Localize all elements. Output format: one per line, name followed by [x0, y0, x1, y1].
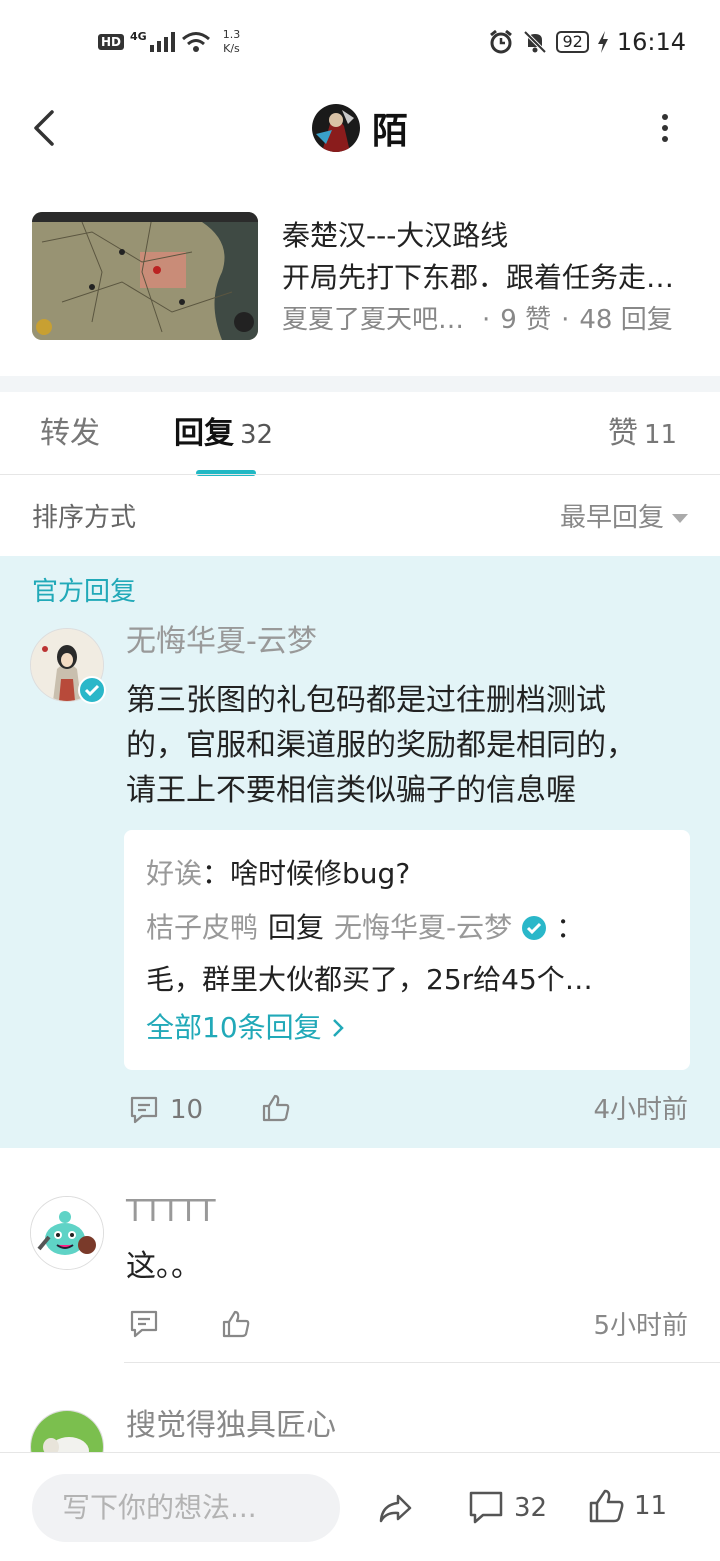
- meta-separator: ·: [482, 305, 491, 335]
- thumbs-up-icon: [589, 1489, 624, 1523]
- chevron-right-icon: [332, 1019, 344, 1037]
- comment-icon: [130, 1096, 158, 1124]
- tab-like-label: 赞: [608, 416, 638, 451]
- reply-author[interactable]: 好诶: [146, 857, 202, 890]
- sort-dropdown[interactable]: 最早回复: [560, 498, 688, 538]
- tab-forward-label: 转发: [40, 416, 100, 451]
- comment-icon: [469, 1491, 503, 1524]
- post-title[interactable]: 秦楚汉---大汉路线: [282, 216, 692, 256]
- post-excerpt[interactable]: 开局先打下东郡．跟着任务走…: [282, 258, 682, 298]
- commenter-name[interactable]: 搜觉得独具匠心: [126, 1406, 336, 1446]
- tab-divider: [0, 474, 720, 475]
- reply-sep: ：: [556, 911, 585, 944]
- tab-forward[interactable]: 转发: [40, 412, 100, 456]
- comment-line: 第三张图的礼包码都是过往删档测试: [126, 683, 606, 718]
- comment-count: 10: [170, 1095, 204, 1125]
- battery-indicator: 92: [556, 31, 589, 53]
- sort-value: 最早回复: [559, 503, 664, 533]
- alarm-icon: [490, 29, 513, 54]
- wifi-icon: [181, 32, 210, 52]
- more-button[interactable]: [650, 108, 680, 148]
- status-right: 92 16:14: [488, 28, 686, 56]
- hd-badge: HD: [98, 34, 125, 50]
- charging-icon: [597, 31, 608, 53]
- mute-icon: [524, 30, 547, 54]
- tab-reply-count: 32: [240, 420, 274, 450]
- net-speed-value: 1.3: [222, 28, 241, 41]
- reply-verb: 回复: [268, 911, 325, 944]
- status-left: HD 4G 1.3 K/s: [98, 28, 240, 56]
- commenter-name[interactable]: 无悔华夏-云梦: [126, 622, 317, 662]
- comment-reply-button[interactable]: 10: [128, 1092, 203, 1128]
- like-post-button[interactable]: 11: [586, 1486, 667, 1526]
- reply-preview-line: 好诶：啥时候修bug?: [146, 852, 676, 896]
- tab-like[interactable]: 赞 11: [608, 412, 677, 457]
- sort-label: 排序方式: [32, 503, 137, 533]
- official-reply-label: 官方回复: [32, 577, 137, 607]
- page-header: 陌: [0, 100, 720, 156]
- avatar-image: [31, 1197, 103, 1269]
- comments-button[interactable]: 32: [466, 1488, 547, 1528]
- reply-text: 啥时候修bug?: [230, 857, 411, 890]
- all-replies-link[interactable]: 全部10条回复: [146, 1006, 345, 1050]
- verified-icon: [522, 916, 547, 940]
- comment-line: 的，官服和渠道服的奖励都是相同的，: [126, 728, 636, 763]
- page-title: 陌: [371, 111, 408, 152]
- post-author[interactable]: 夏夏了夏天吧吧吧: [282, 300, 472, 340]
- commenter-name[interactable]: TTTTT: [126, 1192, 216, 1232]
- forum-avatar[interactable]: [311, 104, 360, 152]
- like-button[interactable]: [260, 1092, 292, 1128]
- all-replies-label: 全部10条回复: [146, 1011, 322, 1044]
- share-button[interactable]: [376, 1488, 416, 1532]
- post-replies: 48 回复: [579, 305, 673, 335]
- comments-count: 32: [514, 1493, 548, 1523]
- like-button[interactable]: [220, 1308, 252, 1344]
- section-divider: [0, 376, 720, 392]
- post-meta: 夏夏了夏天吧吧吧 · 9 赞 · 48 回复: [282, 300, 702, 340]
- reply-author[interactable]: 桔子皮鸭: [146, 906, 258, 950]
- post-thumbnail[interactable]: [32, 212, 258, 340]
- verified-icon: [78, 676, 106, 704]
- comment-line: 请王上不要相信类似骗子的信息喔: [126, 773, 576, 808]
- share-icon: [379, 1494, 412, 1523]
- reply-text: 毛，群里大伙都买了，25r给45个…: [146, 963, 593, 996]
- tab-indicator: [196, 470, 256, 476]
- avatar[interactable]: [30, 1196, 104, 1270]
- reply-preview-line: 桔子皮鸭 回复 无悔华夏-云梦 ：: [146, 906, 676, 950]
- more-vertical-icon: [662, 114, 668, 142]
- thumbs-up-icon: [222, 1310, 250, 1338]
- net-speed: 1.3 K/s: [223, 28, 241, 56]
- reply-sep: ：: [202, 857, 231, 890]
- signal-label: 4G: [130, 29, 147, 43]
- post-likes: 9 赞: [500, 305, 552, 335]
- signal-icon: [149, 32, 175, 52]
- comment-time: 5小时前: [593, 1311, 688, 1341]
- status-bar: HD 4G 1.3 K/s 92 16:14: [0, 0, 720, 90]
- likes-count: 11: [634, 1491, 668, 1521]
- tab-reply-label: 回复: [174, 416, 234, 451]
- tab-like-count: 11: [644, 420, 678, 450]
- comment-time: 4小时前: [593, 1095, 688, 1125]
- reply-preview-box[interactable]: 好诶：啥时候修bug? 桔子皮鸭 回复 无悔华夏-云梦 ： 毛，群里大伙都买了，…: [124, 830, 690, 1070]
- clock: 16:14: [616, 28, 686, 56]
- net-speed-unit: K/s: [223, 42, 240, 55]
- caret-down-icon: [672, 513, 688, 523]
- comment-icon: [130, 1310, 158, 1338]
- comment-divider: [124, 1362, 720, 1363]
- comment-body: 这。。: [126, 1249, 201, 1284]
- forum-avatar-image: [311, 104, 360, 152]
- comment-input-placeholder: 写下你的想法...: [62, 1491, 257, 1524]
- meta-separator: ·: [561, 305, 570, 335]
- map-thumbnail-image: [32, 212, 258, 340]
- comment-reply-button[interactable]: [128, 1308, 160, 1344]
- reply-target[interactable]: 无悔华夏-云梦: [334, 906, 512, 950]
- comment-body: 第三张图的礼包码都是过往删档测试 的，官服和渠道服的奖励都是相同的， 请王上不要…: [126, 678, 696, 813]
- thumbs-up-icon: [262, 1094, 290, 1122]
- tab-reply[interactable]: 回复 32: [174, 412, 273, 457]
- comment-input[interactable]: 写下你的想法...: [32, 1474, 340, 1542]
